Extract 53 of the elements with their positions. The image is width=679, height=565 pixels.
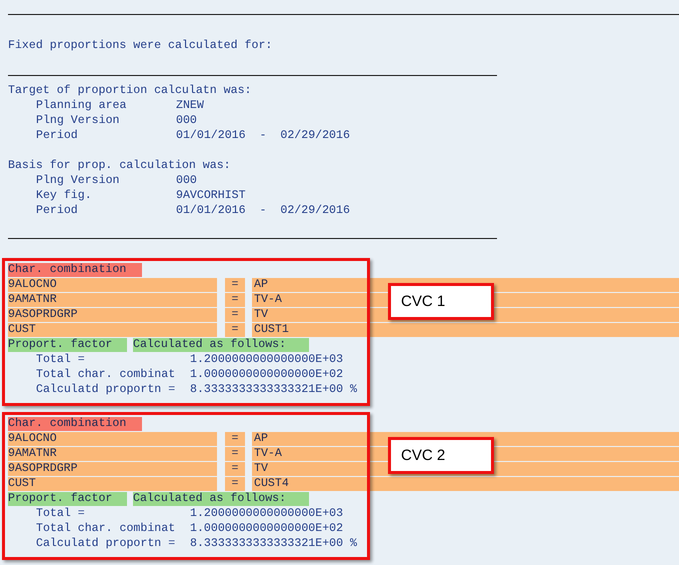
result-value: 1.2000000000000000E+03 (190, 352, 344, 367)
operator-cell: = (225, 278, 245, 292)
characteristic-cell: CUST (8, 477, 217, 491)
section-heading: Target of proportion calculatn was: (8, 83, 252, 98)
characteristic-cell: 9ALOCNO (8, 278, 217, 292)
result-label: Total char. combinat (36, 521, 176, 536)
result-label: Total = (36, 352, 86, 367)
characteristic-cell: 9ASOPRDGRP (8, 462, 217, 476)
result-value: 8.3333333333333321E+00 % (190, 536, 357, 551)
result-value: 1.2000000000000000E+03 (190, 506, 344, 521)
section-header: Calculated as follows: (133, 338, 309, 352)
result-label: Calculatd proportn = (36, 536, 176, 551)
characteristic-cell: 9AMATNR (8, 293, 217, 307)
operator-cell: = (225, 477, 245, 491)
operator-cell: = (225, 308, 245, 322)
result-value: 8.3333333333333321E+00 % (190, 382, 357, 397)
section-header: Proport. factor (8, 338, 127, 352)
result-value: 1.0000000000000000E+02 (190, 367, 344, 382)
operator-cell: = (225, 447, 245, 461)
section-heading: Basis for prop. calculation was: (8, 158, 231, 173)
field-value: 000 (176, 113, 197, 128)
characteristic-cell: 9AMATNR (8, 447, 217, 461)
field-label: Planning area (36, 98, 128, 113)
field-value: 000 (176, 173, 197, 188)
field-label: Period (36, 203, 79, 218)
field-value: ZNEW (176, 98, 204, 113)
operator-cell: = (225, 293, 245, 307)
field-label: Period (36, 128, 79, 143)
field-label: Key fig. (36, 188, 93, 203)
section-header: Calculated as follows: (133, 492, 309, 506)
report-title: Fixed proportions were calculated for: (8, 38, 272, 53)
annotation-label: CVC 1 (388, 283, 494, 320)
field-label: Plng Version (36, 113, 120, 128)
characteristic-cell: 9ALOCNO (8, 432, 217, 446)
result-label: Total char. combinat (36, 367, 176, 382)
operator-cell: = (225, 462, 245, 476)
operator-cell: = (225, 323, 245, 337)
field-value: 01/01/2016 - 02/29/2016 (176, 128, 350, 143)
operator-cell: = (225, 432, 245, 446)
result-label: Total = (36, 506, 86, 521)
section-header: Proport. factor (8, 492, 127, 506)
characteristic-cell: 9ASOPRDGRP (8, 308, 217, 322)
field-value: 9AVCORHIST (176, 188, 246, 203)
characteristic-cell: CUST (8, 323, 217, 337)
result-value: 1.0000000000000000E+02 (190, 521, 344, 536)
section-header: Char. combination (8, 417, 142, 431)
field-value: 01/01/2016 - 02/29/2016 (176, 203, 350, 218)
field-label: Plng Version (36, 173, 120, 188)
result-label: Calculatd proportn = (36, 382, 176, 397)
section-header: Char. combination (8, 263, 142, 277)
value-cell: CUST4 (252, 477, 679, 491)
annotation-label: CVC 2 (388, 437, 494, 474)
value-cell: CUST1 (252, 323, 679, 337)
